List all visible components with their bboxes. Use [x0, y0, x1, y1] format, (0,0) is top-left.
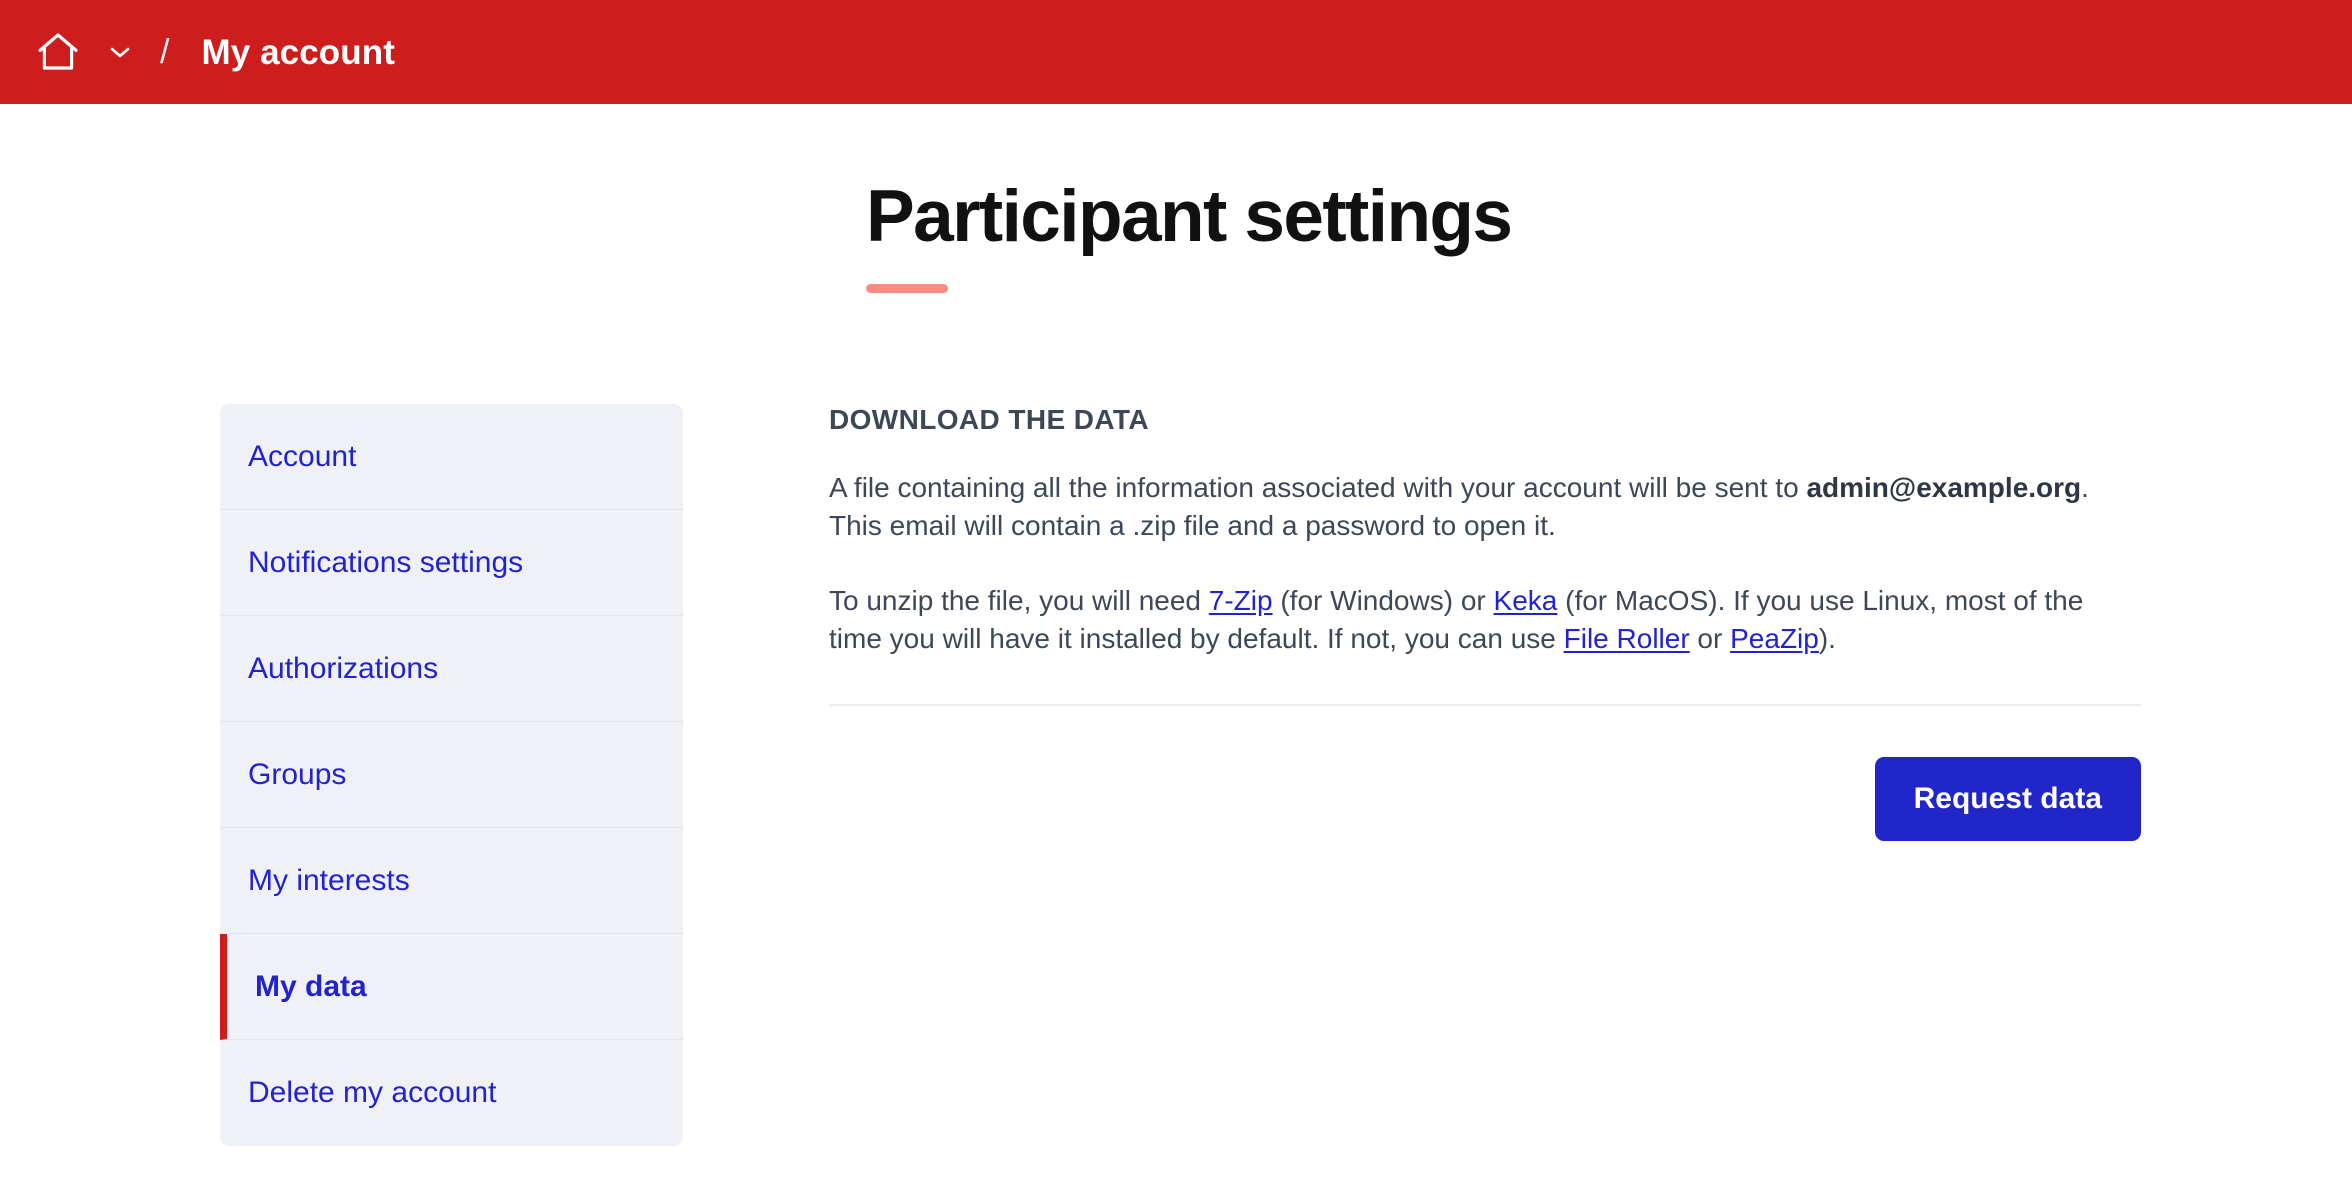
sidebar-item-my-interests[interactable]: My interests [220, 828, 683, 934]
sidebar-item-label: Notifications settings [248, 548, 523, 578]
link-file-roller[interactable]: File Roller [1564, 623, 1690, 654]
breadcrumb-separator: / [160, 35, 169, 69]
section-heading: DOWNLOAD THE DATA [829, 406, 2141, 434]
sidebar-item-label: Account [248, 442, 356, 472]
account-email: admin@example.org [1806, 472, 2081, 503]
unzip-instructions-paragraph: To unzip the file, you will need 7-Zip (… [829, 582, 2097, 659]
link-peazip[interactable]: PeaZip [1730, 623, 1819, 654]
link-7zip[interactable]: 7-Zip [1209, 585, 1273, 616]
page-title-block: Participant settings [0, 104, 2352, 293]
sidebar-item-label: Delete my account [248, 1078, 496, 1108]
sidebar-item-label: My data [255, 972, 367, 1002]
unzip-text-1: To unzip the file, you will need [829, 585, 1209, 616]
download-description-paragraph: A file containing all the information as… [829, 469, 2097, 546]
content-area: Account Notifications settings Authoriza… [0, 404, 2352, 1146]
action-row: Request data [829, 757, 2141, 841]
breadcrumb-current-page: My account [201, 35, 395, 70]
request-data-button[interactable]: Request data [1875, 757, 2141, 841]
unzip-text-2: (for Windows) or [1273, 585, 1494, 616]
sidebar-item-notifications-settings[interactable]: Notifications settings [220, 510, 683, 616]
section-divider [829, 704, 2141, 706]
sidebar-item-my-data[interactable]: My data [220, 934, 683, 1040]
main-panel: DOWNLOAD THE DATA A file containing all … [829, 404, 2141, 1146]
home-icon[interactable] [34, 28, 82, 76]
link-keka[interactable]: Keka [1494, 585, 1558, 616]
sidebar-item-label: My interests [248, 866, 410, 896]
unzip-text-4: or [1690, 623, 1730, 654]
unzip-text-5: ). [1819, 623, 1836, 654]
sidebar-item-account[interactable]: Account [220, 404, 683, 510]
chevron-down-icon[interactable] [98, 30, 142, 74]
sidebar-item-authorizations[interactable]: Authorizations [220, 616, 683, 722]
sidebar-item-delete-my-account[interactable]: Delete my account [220, 1040, 683, 1146]
title-accent-underline [866, 284, 948, 293]
sidebar-item-groups[interactable]: Groups [220, 722, 683, 828]
top-navigation-bar: / My account [0, 0, 2352, 104]
paragraph1-text-before: A file containing all the information as… [829, 472, 1806, 503]
sidebar-item-label: Authorizations [248, 654, 438, 684]
settings-sidebar: Account Notifications settings Authoriza… [220, 404, 683, 1146]
sidebar-item-label: Groups [248, 760, 346, 790]
page-title: Participant settings [866, 180, 2352, 253]
